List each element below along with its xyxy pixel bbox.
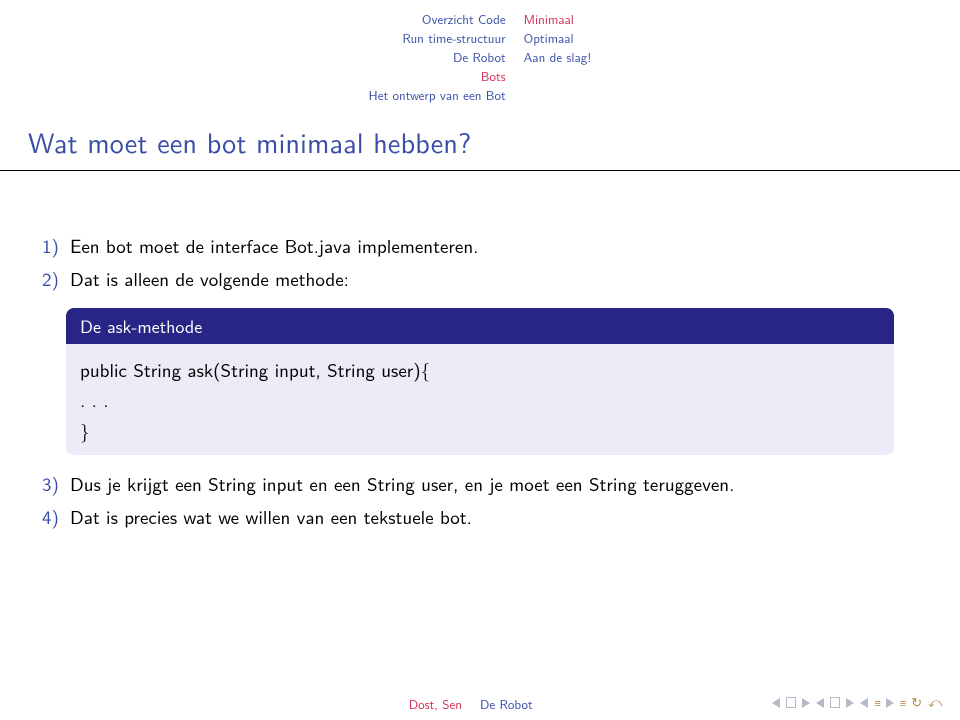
beamer-nav-icons: ≡ ≡ ↻ ⤺ <box>772 693 942 712</box>
list-item: 3)Dus je krijgt een String input en een … <box>42 469 918 498</box>
item-text: Dus je krijgt een String input en een St… <box>70 469 734 497</box>
prev-slide-icon[interactable] <box>772 698 780 708</box>
nav-section-item[interactable]: De Robot <box>369 48 506 67</box>
header-navigation: Overzicht Code Run time-structuur De Rob… <box>0 0 960 113</box>
slide-frame-icon[interactable] <box>786 697 796 708</box>
code-line: } <box>80 415 880 445</box>
next-section-icon[interactable] <box>846 698 854 708</box>
code-block-title: De ask-methode <box>66 308 894 344</box>
back-icon[interactable]: ⤺ <box>928 693 942 712</box>
nav-section-item[interactable]: Run time-structuur <box>369 29 506 48</box>
list-item: 1)Een bot moet de interface Bot.java imp… <box>42 231 918 260</box>
nav-section-item[interactable]: Overzicht Code <box>369 10 506 29</box>
item-text: Een bot moet de interface Bot.java imple… <box>70 231 478 259</box>
nav-section-item[interactable]: Het ontwerp van een Bot <box>369 86 506 105</box>
next-subsection-icon[interactable] <box>886 698 894 708</box>
appendix-icon[interactable]: ≡ <box>900 695 905 711</box>
item-number: 1) <box>42 231 70 260</box>
nav-subsections: Minimaal Optimaal Aan de slag! <box>524 10 592 105</box>
section-frame-icon[interactable] <box>830 697 840 708</box>
item-number: 2) <box>42 264 70 293</box>
item-number: 4) <box>42 502 70 531</box>
list-item: 4)Dat is precies wat we willen van een t… <box>42 502 918 531</box>
toc-icon[interactable]: ≡ <box>874 695 879 711</box>
item-number: 3) <box>42 469 70 498</box>
item-text: Dat is alleen de volgende methode: <box>70 264 349 292</box>
code-block-body: public String ask(String input, String u… <box>66 344 894 455</box>
list-item: 2)Dat is alleen de volgende methode: <box>42 264 918 293</box>
next-slide-icon[interactable] <box>802 698 810 708</box>
slide-title-bar: Wat moet een bot minimaal hebben? <box>0 113 960 171</box>
slide-content: 1)Een bot moet de interface Bot.java imp… <box>0 171 960 532</box>
prev-subsection-icon[interactable] <box>860 698 868 708</box>
code-line: public String ask(String input, String u… <box>80 354 880 384</box>
slide-title: Wat moet een bot minimaal hebben? <box>28 121 932 162</box>
nav-subsection-item[interactable]: Aan de slag! <box>524 48 592 67</box>
code-line: . . . <box>80 384 880 414</box>
prev-section-icon[interactable] <box>816 698 824 708</box>
nav-subsection-item-active[interactable]: Minimaal <box>524 10 592 29</box>
item-text: Dat is precies wat we willen van een tek… <box>70 502 472 530</box>
search-icon[interactable]: ↻ <box>911 693 922 712</box>
nav-subsection-item[interactable]: Optimaal <box>524 29 592 48</box>
nav-section-item-active[interactable]: Bots <box>369 67 506 86</box>
code-block: De ask-methode public String ask(String … <box>66 308 894 455</box>
footer-author: Dost, Sen <box>0 695 480 714</box>
nav-sections: Overzicht Code Run time-structuur De Rob… <box>369 10 524 105</box>
